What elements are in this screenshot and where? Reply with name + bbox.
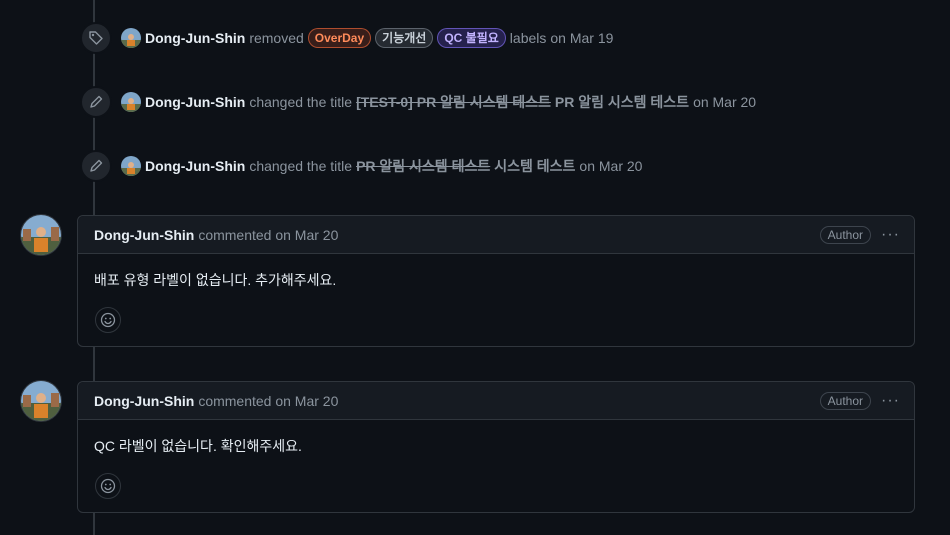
event-action: removed [249,30,304,46]
event-action: changed the title [249,94,353,110]
smiley-icon [100,478,116,494]
event-date[interactable]: on Mar 20 [693,94,756,110]
more-options-icon[interactable]: ··· [881,392,900,410]
comment-meta[interactable]: commented on Mar 20 [198,227,338,243]
label-feature[interactable]: 기능개선 [375,28,434,48]
event-date[interactable]: on Mar 19 [550,30,613,46]
label-overday[interactable]: OverDay [307,28,372,48]
avatar[interactable] [121,28,141,48]
smiley-icon [100,312,116,328]
timeline-event-title-changed: Dong-Jun-Shin changed the title [TEST-0]… [80,86,756,118]
old-title: PR 알림 시스템 테스트 [356,158,491,174]
avatar[interactable] [121,92,141,112]
new-title: PR 알림 시스템 테스트 [554,94,690,110]
comment-header: Dong-Jun-Shin commented on Mar 20 Author… [78,382,914,420]
event-actor[interactable]: Dong-Jun-Shin [145,94,245,110]
comment-avatar[interactable] [20,214,62,256]
tag-icon [80,22,112,54]
author-badge: Author [819,391,872,410]
event-date[interactable]: on Mar 20 [579,158,642,174]
comment-header: Dong-Jun-Shin commented on Mar 20 Author… [78,216,914,254]
timeline-event-label-removed: Dong-Jun-Shin removed OverDay 기능개선 QC 불필… [80,22,613,54]
timeline-event-title-changed: Dong-Jun-Shin changed the title PR 알림 시스… [80,150,642,182]
event-action: changed the title [249,158,353,174]
avatar[interactable] [121,156,141,176]
comment-avatar[interactable] [20,380,62,422]
comment-card: Dong-Jun-Shin commented on Mar 20 Author… [77,381,915,513]
comment-card: Dong-Jun-Shin commented on Mar 20 Author… [77,215,915,347]
old-title: [TEST-0] PR 알림 시스템 테스트 [356,94,551,110]
comment-body: 배포 유형 라벨이 없습니다. 추가해주세요. [94,272,337,288]
comment-meta[interactable]: commented on Mar 20 [198,393,338,409]
comment-author[interactable]: Dong-Jun-Shin [94,393,194,409]
comment-body: QC 라벨이 없습니다. 확인해주세요. [94,438,302,454]
more-options-icon[interactable]: ··· [881,226,900,244]
event-actor[interactable]: Dong-Jun-Shin [145,30,245,46]
add-reaction-button[interactable] [95,473,121,499]
comment-author[interactable]: Dong-Jun-Shin [94,227,194,243]
new-title: 시스템 테스트 [494,158,576,174]
label-qc[interactable]: QC 불필요 [437,28,506,48]
add-reaction-button[interactable] [95,307,121,333]
event-actor[interactable]: Dong-Jun-Shin [145,158,245,174]
event-suffix: labels [509,30,547,46]
pencil-icon [80,150,112,182]
pencil-icon [80,86,112,118]
author-badge: Author [819,225,872,244]
